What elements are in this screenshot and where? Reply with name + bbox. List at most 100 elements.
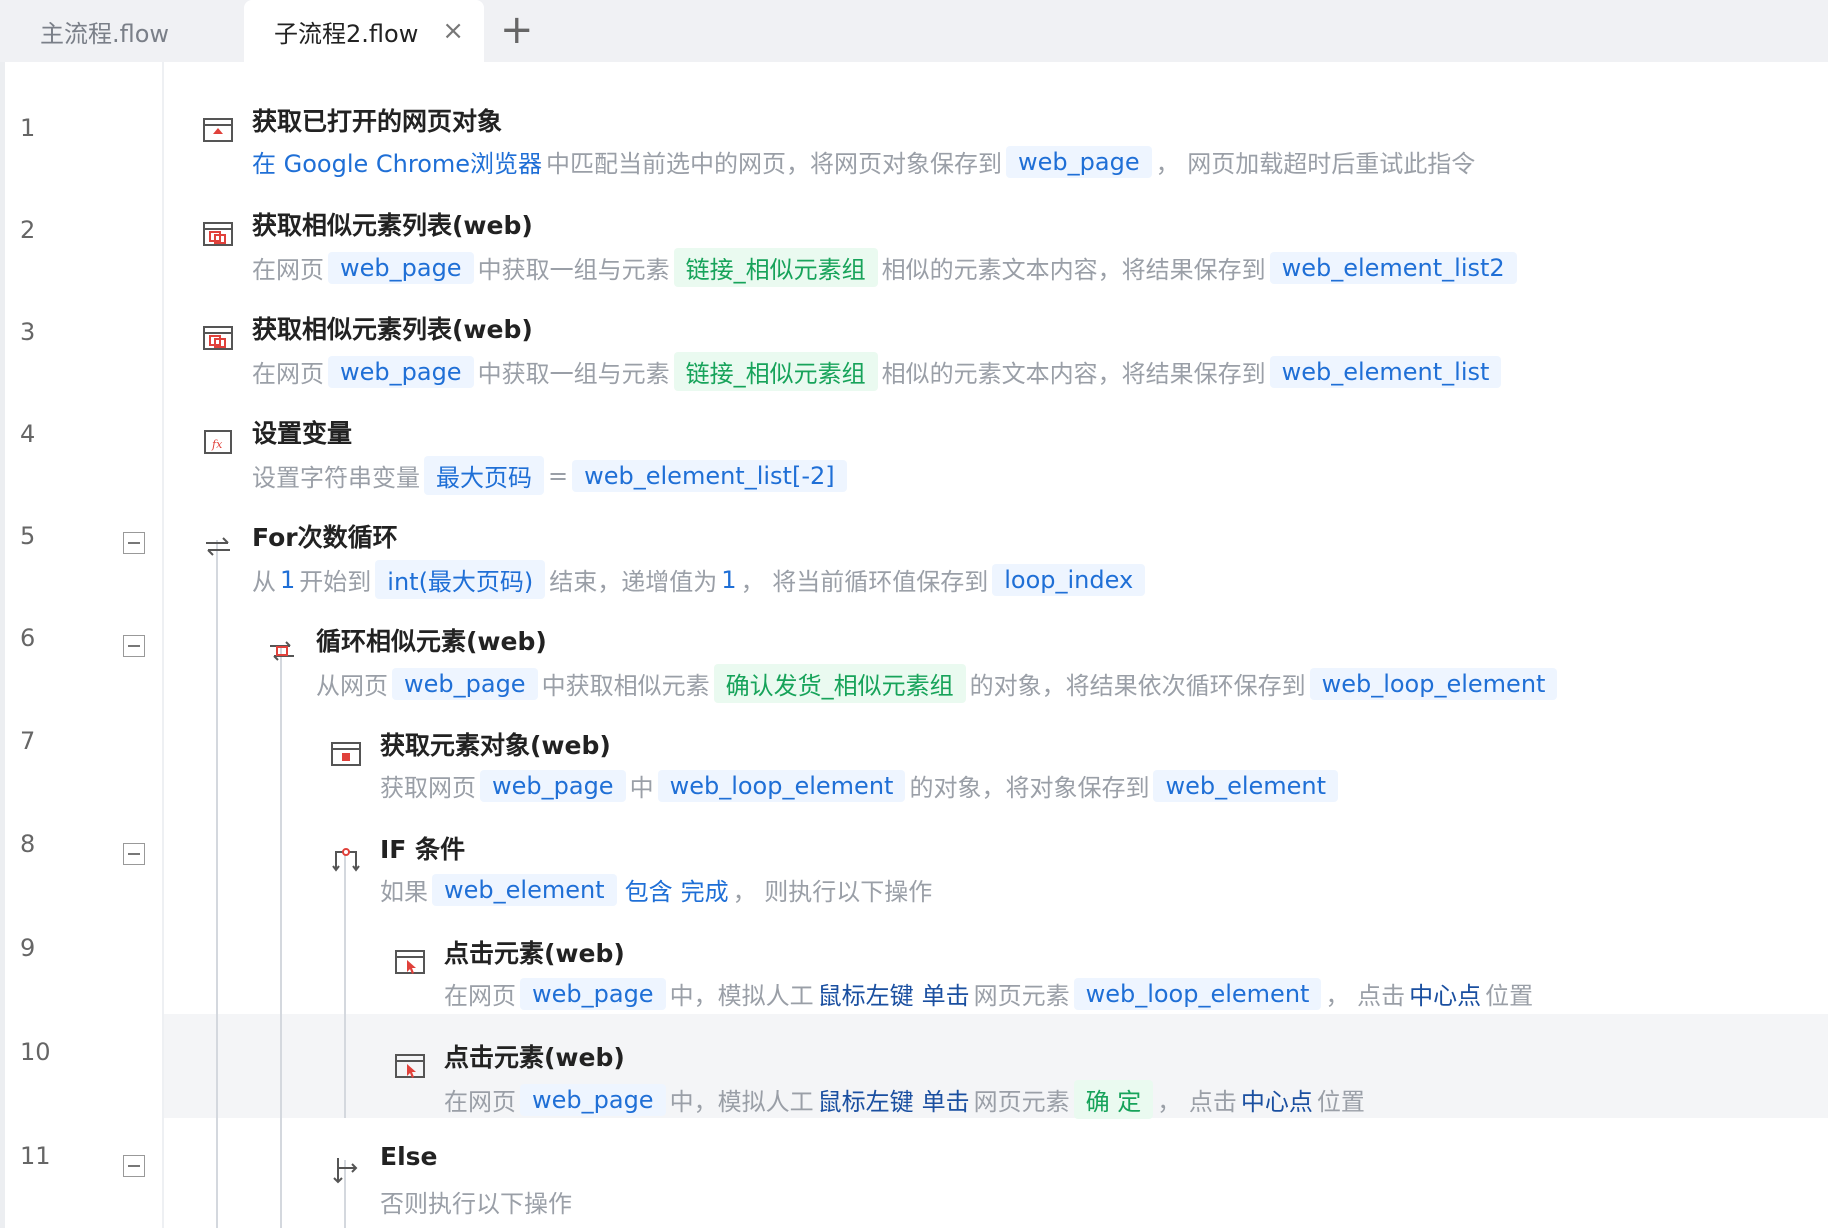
click-position-option[interactable]: 中心点 (1241, 1082, 1313, 1117)
step-description: 在网页 web_page 中获取一组与元素 链接_相似元素组 相似的元素文本内容… (252, 352, 1505, 391)
step-title: 获取已打开的网页对象 (252, 107, 503, 136)
variable-chip[interactable]: web_page (1006, 145, 1152, 178)
condition-value[interactable]: 完成 (681, 872, 729, 907)
step-title: 点击元素(web) (444, 1043, 625, 1072)
line-number: 10 (20, 1038, 51, 1066)
loop-element-icon (270, 641, 294, 661)
step-description: 如果 web_element 包含 完成 ， 则执行以下操作 (380, 872, 932, 907)
element-chip[interactable]: 链接_相似元素组 (673, 248, 878, 287)
line-number: 6 (20, 624, 36, 652)
browser-name[interactable]: 在 Google Chrome浏览器 (252, 144, 542, 179)
step-title: 点击元素(web) (444, 939, 625, 968)
line-number: 5 (20, 522, 36, 550)
add-tab-button[interactable]: + (500, 8, 534, 52)
desc-text: ， 将当前循环值保存到 (740, 568, 989, 596)
desc-text: 在网页 (252, 256, 324, 284)
desc-text: 相似的元素文本内容，将结果保存到 (881, 360, 1266, 388)
fold-toggle-5[interactable] (123, 532, 145, 554)
desc-text: 从网页 (316, 672, 388, 700)
desc-text: 中获取一组与元素 (477, 256, 670, 284)
variable-chip[interactable]: web_element_list (1269, 355, 1502, 388)
desc-text: 网页元素 (973, 982, 1070, 1010)
desc-text: = (548, 461, 569, 490)
else-branch-icon (333, 1158, 358, 1184)
desc-text: 的对象，将对象保存到 (909, 774, 1150, 802)
line-number: 11 (20, 1142, 51, 1170)
line-number: 1 (20, 114, 36, 142)
variable-chip[interactable]: web_element (432, 873, 617, 906)
desc-text: 在网页 (252, 360, 324, 388)
fold-toggle-6[interactable] (123, 635, 145, 657)
desc-text: 中，模拟人工 (669, 982, 814, 1010)
desc-text: 在网页 (444, 1088, 516, 1116)
desc-text: ， 点击 (1157, 1088, 1237, 1116)
close-icon[interactable]: × (442, 16, 464, 46)
loop-arrows-icon (206, 537, 230, 556)
variable-chip[interactable]: web_element_list[-2] (572, 459, 847, 492)
variable-chip[interactable]: web_loop_element (1073, 977, 1322, 1010)
step-value[interactable]: 1 (721, 566, 736, 594)
desc-text: 如果 (380, 878, 428, 906)
desc-text: 相似的元素文本内容，将结果保存到 (881, 256, 1266, 284)
variable-chip[interactable]: web_page (520, 1083, 666, 1116)
desc-text: 中获取一组与元素 (477, 360, 670, 388)
click-element-icon (395, 950, 425, 974)
line-number: 2 (20, 216, 36, 244)
desc-text: 网页元素 (973, 1088, 1070, 1116)
variable-chip[interactable]: web_page (480, 769, 626, 802)
step-description: 从 1 开始到 int(最大页码) 结束，递增值为 1 ， 将当前循环值保存到 … (252, 560, 1149, 599)
desc-text: 中匹配当前选中的网页，将网页对象保存到 (546, 150, 1003, 178)
fold-toggle-11[interactable] (123, 1155, 145, 1177)
fx-variable-icon: fx (204, 430, 232, 454)
step-description: 否则执行以下操作 (380, 1184, 572, 1219)
click-type-option[interactable]: 单击 (922, 1082, 970, 1117)
variable-chip[interactable]: web_loop_element (1309, 667, 1558, 700)
click-position-option[interactable]: 中心点 (1409, 976, 1481, 1011)
element-object-icon (331, 742, 361, 766)
variable-chip[interactable]: loop_index (992, 563, 1146, 596)
desc-text: ， 点击 (1325, 982, 1406, 1010)
desc-text: 中 (629, 774, 654, 802)
step-description: 在网页 web_page 中，模拟人工 鼠标左键 单击 网页元素 确 定 ， 点… (444, 1080, 1365, 1119)
desc-text: 开始到 (299, 568, 372, 596)
variable-chip[interactable]: web_loop_element (657, 769, 906, 802)
variable-chip[interactable]: web_page (392, 667, 538, 700)
tab-subflow2[interactable]: 子流程2.flow × (244, 0, 484, 62)
element-chip[interactable]: 链接_相似元素组 (673, 352, 878, 391)
step-description: 获取网页 web_page 中 web_loop_element 的对象，将对象… (380, 768, 1342, 803)
variable-chip[interactable]: web_element_list2 (1269, 251, 1517, 284)
mouse-button-option[interactable]: 鼠标左键 (818, 976, 914, 1011)
mouse-button-option[interactable]: 鼠标左键 (818, 1082, 914, 1117)
tab-main-flow[interactable]: 主流程.flow (40, 0, 169, 62)
click-element-icon (395, 1054, 425, 1078)
if-branch-icon (332, 848, 360, 872)
element-chip[interactable]: 确 定 (1073, 1080, 1154, 1119)
desc-text: 获取网页 (380, 774, 476, 802)
desc-text: 中，模拟人工 (669, 1088, 814, 1116)
line-number: 7 (20, 727, 36, 755)
desc-text: 在网页 (444, 982, 516, 1010)
fold-toggle-8[interactable] (123, 843, 145, 865)
condition-operator[interactable]: 包含 (625, 872, 673, 907)
variable-chip[interactable]: int(最大页码) (375, 560, 546, 599)
desc-text: 否则执行以下操作 (380, 1190, 572, 1218)
click-type-option[interactable]: 单击 (922, 976, 970, 1011)
start-value[interactable]: 1 (280, 566, 295, 594)
similar-list-icon (203, 222, 233, 246)
variable-chip[interactable]: web_page (328, 355, 474, 388)
step-description: 设置字符串变量 最大页码 = web_element_list[-2] (252, 456, 851, 495)
tab-label: 子流程2.flow (274, 19, 419, 48)
step-title: 获取相似元素列表(web) (252, 211, 533, 240)
line-number: 3 (20, 318, 36, 346)
variable-chip[interactable]: 最大页码 (424, 456, 544, 495)
element-chip[interactable]: 确认发货_相似元素组 (713, 664, 966, 703)
step-title: 获取相似元素列表(web) (252, 315, 533, 344)
step-description: 从网页 web_page 中获取相似元素 确认发货_相似元素组 的对象，将结果依… (316, 664, 1561, 703)
similar-loop-guide (280, 645, 282, 1228)
variable-chip[interactable]: web_page (328, 251, 474, 284)
step-description: 在网页 web_page 中获取一组与元素 链接_相似元素组 相似的元素文本内容… (252, 248, 1521, 287)
variable-chip[interactable]: web_page (520, 977, 666, 1010)
step-title: 获取元素对象(web) (380, 731, 611, 760)
similar-list-icon (203, 326, 233, 350)
variable-chip[interactable]: web_element (1153, 769, 1339, 802)
